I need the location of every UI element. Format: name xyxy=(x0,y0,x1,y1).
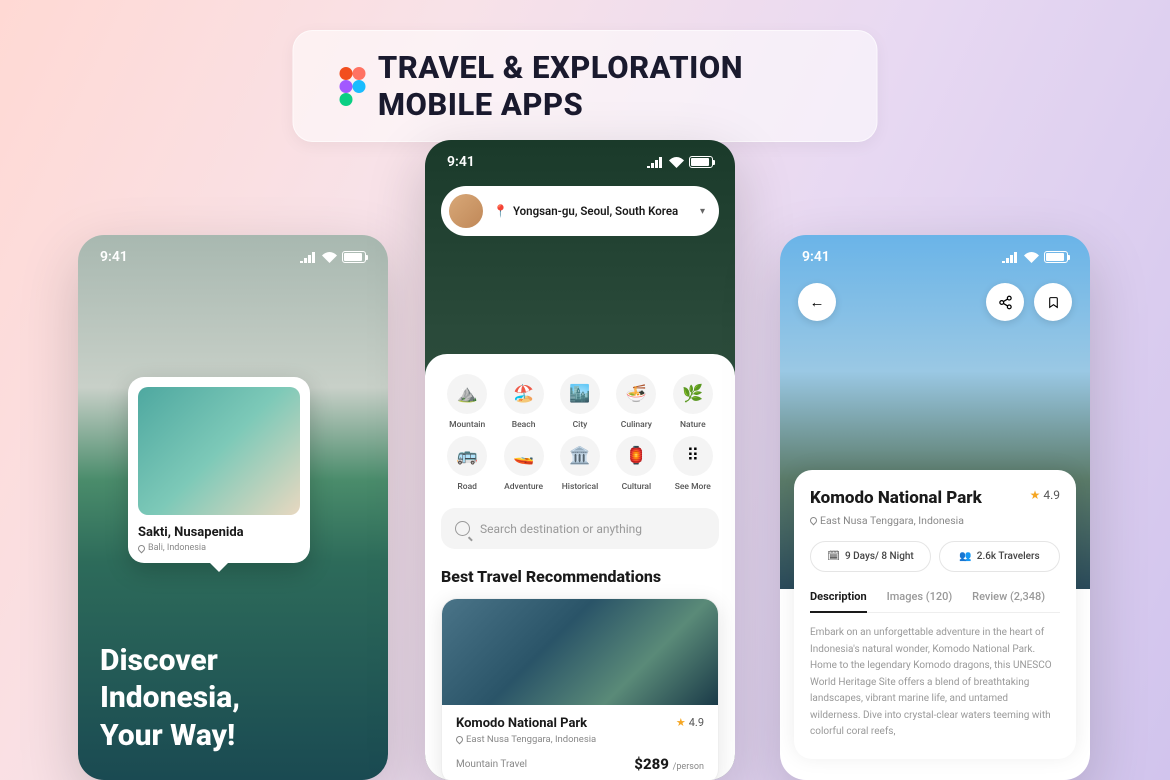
detail-tabs: Description Images (120) Review (2,348) xyxy=(810,590,1060,613)
rec-rating: ★4.9 xyxy=(676,716,704,729)
category-beach[interactable]: 🏖️ Beach xyxy=(497,374,549,430)
detail-rating: ★4.9 xyxy=(1030,488,1060,502)
category-label: Adventure xyxy=(504,482,543,492)
category-label: See More xyxy=(675,482,711,492)
category-icon: ⠿ xyxy=(673,436,713,476)
banner-title: TRAVEL & EXPLORATION MOBILE APPS xyxy=(378,49,831,123)
category-icon: 🏙️ xyxy=(560,374,600,414)
category-culinary[interactable]: 🍜 Culinary xyxy=(610,374,662,430)
status-time: 9:41 xyxy=(447,154,475,170)
category-see-more[interactable]: ⠿ See More xyxy=(667,436,719,492)
status-time: 9:41 xyxy=(100,249,128,265)
screen-discover: 9:41 Sakti, Nusapenida Bali, Indonesia D… xyxy=(78,235,388,780)
status-icons xyxy=(647,156,713,168)
search-input[interactable]: Search destination or anything xyxy=(441,508,719,549)
place-tooltip-card[interactable]: Sakti, Nusapenida Bali, Indonesia xyxy=(128,377,310,563)
screen-detail: 9:41 ← Komodo National Park ★4.9 East Nu… xyxy=(780,235,1090,780)
figma-icon xyxy=(340,67,360,105)
category-icon: 🍜 xyxy=(616,374,656,414)
main-panel: ⛰️ Mountain 🏖️ Beach 🏙️ City 🍜 Culinary 🌿 Nature 🚌… xyxy=(425,354,735,780)
category-label: Road xyxy=(457,482,477,492)
status-time: 9:41 xyxy=(802,249,830,265)
battery-icon xyxy=(342,251,366,263)
category-label: Culinary xyxy=(621,420,652,430)
description-text: Embark on an unforgettable adventure in … xyxy=(810,625,1060,741)
category-cultural[interactable]: 🏮 Cultural xyxy=(610,436,662,492)
category-label: Beach xyxy=(512,420,536,430)
rec-type: Mountain Travel xyxy=(456,759,527,770)
duration-pill: 🗓9 Days/ 8 Night xyxy=(810,541,931,572)
status-icons xyxy=(1002,251,1068,263)
page-banner: TRAVEL & EXPLORATION MOBILE APPS xyxy=(293,30,878,142)
chevron-down-icon[interactable]: ▾ xyxy=(700,206,705,217)
travelers-pill: 👥2.6k Travelers xyxy=(939,541,1060,572)
tab-review[interactable]: Review (2,348) xyxy=(972,590,1045,612)
status-bar: 9:41 xyxy=(78,235,388,271)
tab-description[interactable]: Description xyxy=(810,590,867,613)
place-image xyxy=(138,387,300,515)
rec-name: Komodo National Park xyxy=(456,716,587,731)
category-icon: 🚤 xyxy=(504,436,544,476)
tab-images[interactable]: Images (120) xyxy=(887,590,953,612)
share-button[interactable] xyxy=(986,283,1024,321)
detail-panel: Komodo National Park ★4.9 East Nusa Teng… xyxy=(794,470,1076,759)
pin-icon xyxy=(455,735,465,745)
location-text: 📍Yongsan-gu, Seoul, South Korea xyxy=(493,204,690,218)
location-selector[interactable]: 📍Yongsan-gu, Seoul, South Korea ▾ xyxy=(441,186,719,236)
category-icon: ⛰️ xyxy=(447,374,487,414)
category-road[interactable]: 🚌 Road xyxy=(441,436,493,492)
status-bar: 9:41 xyxy=(425,140,735,176)
rec-price: $289 /person xyxy=(634,755,704,773)
category-adventure[interactable]: 🚤 Adventure xyxy=(497,436,549,492)
category-label: Nature xyxy=(680,420,706,430)
status-icons xyxy=(300,251,366,263)
place-name: Sakti, Nusapenida xyxy=(138,525,300,540)
wifi-icon xyxy=(1024,252,1039,263)
top-actions: ← xyxy=(798,283,1072,321)
category-icon: 🌿 xyxy=(673,374,713,414)
recommendation-image xyxy=(442,599,718,705)
category-icon: 🏛️ xyxy=(560,436,600,476)
avatar[interactable] xyxy=(449,194,483,228)
pin-icon: 📍 xyxy=(493,204,508,218)
signal-icon xyxy=(300,252,317,263)
rec-location: East Nusa Tenggara, Indonesia xyxy=(456,734,704,745)
category-label: Historical xyxy=(562,482,598,492)
screen-home: 9:41 📍Yongsan-gu, Seoul, South Korea ▾ ⛰… xyxy=(425,140,735,780)
category-icon: 🚌 xyxy=(447,436,487,476)
category-mountain[interactable]: ⛰️ Mountain xyxy=(441,374,493,430)
star-icon: ★ xyxy=(676,716,686,729)
search-placeholder: Search destination or anything xyxy=(480,522,642,536)
back-button[interactable]: ← xyxy=(798,283,836,321)
place-location: Bali, Indonesia xyxy=(138,543,300,553)
category-icon: 🏮 xyxy=(616,436,656,476)
search-icon xyxy=(455,521,470,536)
section-title: Best Travel Recommendations xyxy=(441,567,719,586)
category-icon: 🏖️ xyxy=(504,374,544,414)
category-label: Cultural xyxy=(622,482,652,492)
people-icon: 👥 xyxy=(959,551,971,562)
category-grid: ⛰️ Mountain 🏖️ Beach 🏙️ City 🍜 Culinary 🌿 Nature 🚌… xyxy=(441,374,719,492)
wifi-icon xyxy=(669,157,684,168)
category-nature[interactable]: 🌿 Nature xyxy=(667,374,719,430)
detail-location: East Nusa Tenggara, Indonesia xyxy=(810,514,1060,527)
battery-icon xyxy=(689,156,713,168)
wifi-icon xyxy=(322,252,337,263)
star-icon: ★ xyxy=(1030,488,1041,502)
category-city[interactable]: 🏙️ City xyxy=(554,374,606,430)
pin-icon xyxy=(809,516,819,526)
battery-icon xyxy=(1044,251,1068,263)
recommendation-card[interactable]: Komodo National Park ★4.9 East Nusa Teng… xyxy=(441,598,719,780)
calendar-icon: 🗓 xyxy=(827,551,840,562)
category-label: City xyxy=(573,420,588,430)
bookmark-button[interactable] xyxy=(1034,283,1072,321)
category-label: Mountain xyxy=(449,420,485,430)
status-bar: 9:41 xyxy=(780,235,1090,271)
detail-title: Komodo National Park xyxy=(810,488,982,508)
pin-icon xyxy=(137,543,147,553)
hero-headline: Discover Indonesia, Your Way! xyxy=(100,642,240,755)
category-historical[interactable]: 🏛️ Historical xyxy=(554,436,606,492)
signal-icon xyxy=(647,157,664,168)
signal-icon xyxy=(1002,252,1019,263)
